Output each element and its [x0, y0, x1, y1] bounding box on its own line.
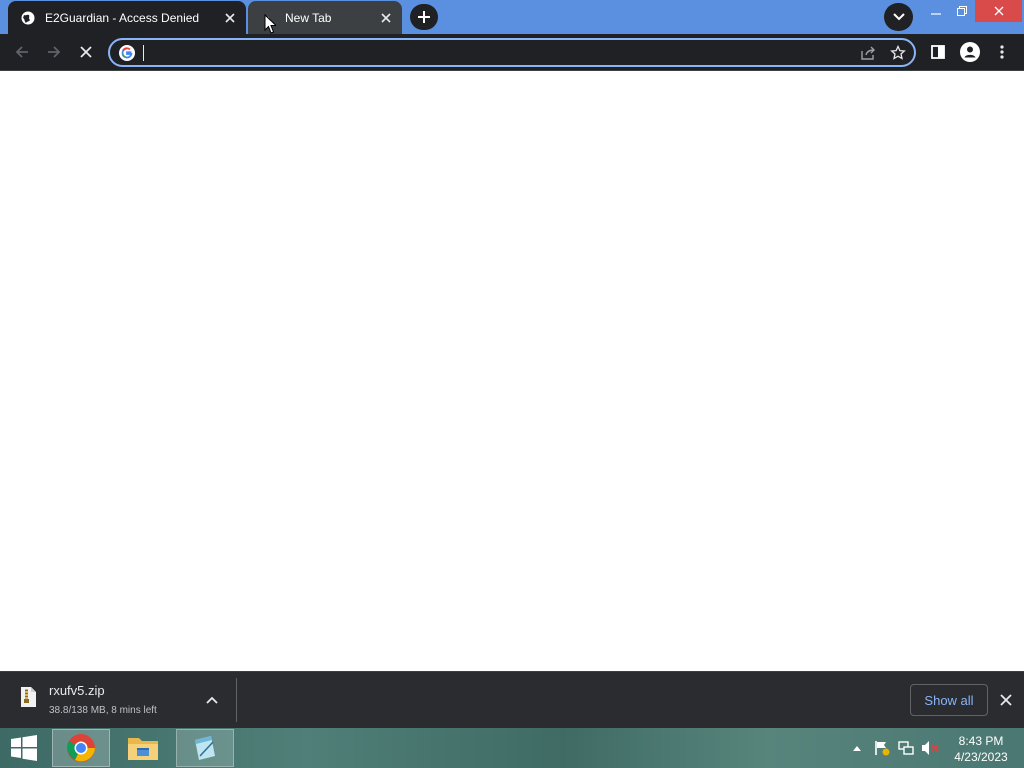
mouse-cursor-icon: [264, 14, 276, 34]
text-caret: [143, 45, 144, 61]
forward-button[interactable]: [40, 38, 68, 66]
tab-e2guardian[interactable]: E2Guardian - Access Denied: [8, 1, 246, 34]
globe-icon: [21, 11, 35, 25]
tray-overflow-icon[interactable]: [848, 739, 866, 757]
address-bar[interactable]: [108, 38, 916, 67]
windows-logo-icon: [11, 735, 37, 761]
close-icon: [80, 46, 92, 58]
minimize-button[interactable]: [922, 0, 950, 22]
arrow-right-icon: [48, 46, 61, 58]
download-bar: rxufv5.zip 38.8/138 MB, 8 mins left Show…: [0, 671, 1024, 728]
taskbar: 8:43 PM 4/23/2023: [0, 728, 1024, 768]
clock-time: 8:43 PM: [958, 734, 1004, 748]
chevron-up-icon[interactable]: [202, 690, 222, 710]
notepad-icon: [195, 736, 215, 760]
minimize-icon: [931, 13, 941, 15]
address-input[interactable]: [140, 43, 820, 63]
back-button[interactable]: [8, 38, 36, 66]
close-window-button[interactable]: [975, 0, 1022, 22]
close-icon: [1000, 694, 1012, 706]
folder-icon: [128, 738, 158, 760]
tab-title: New Tab: [285, 10, 332, 25]
chrome-icon: [67, 734, 95, 762]
show-all-button[interactable]: Show all: [910, 684, 988, 716]
share-icon[interactable]: [858, 43, 878, 63]
tab-close-icon[interactable]: [220, 8, 240, 28]
taskbar-file-explorer[interactable]: [114, 729, 172, 767]
plus-icon: [418, 11, 430, 23]
restore-icon: [957, 6, 967, 16]
download-divider: [236, 678, 237, 722]
taskbar-chrome[interactable]: [52, 729, 110, 767]
tab-close-icon[interactable]: [376, 8, 396, 28]
clock-date: 4/23/2023: [954, 750, 1008, 764]
download-status: 38.8/138 MB, 8 mins left: [49, 705, 157, 716]
restore-button[interactable]: [948, 0, 976, 22]
tab-strip: E2Guardian - Access Denied New Tab: [0, 0, 1024, 34]
taskbar-notepad[interactable]: [176, 729, 234, 767]
menu-button[interactable]: [988, 38, 1016, 66]
tab-title: E2Guardian - Access Denied: [45, 10, 200, 25]
volume-muted-icon[interactable]: [921, 739, 939, 757]
profile-button[interactable]: [956, 38, 984, 66]
tab-search-button[interactable]: [884, 3, 913, 31]
page-content: [0, 71, 1024, 671]
browser-toolbar: [0, 34, 1024, 71]
star-icon[interactable]: [888, 43, 908, 63]
close-icon: [994, 6, 1003, 16]
kebab-menu-icon: [1000, 45, 1004, 59]
new-tab-button[interactable]: [410, 4, 438, 30]
google-icon: [119, 45, 135, 61]
stop-loading-button[interactable]: [72, 38, 100, 66]
network-icon[interactable]: [897, 739, 915, 757]
side-panel-button[interactable]: [924, 38, 952, 66]
download-item[interactable]: rxufv5.zip 38.8/138 MB, 8 mins left: [0, 672, 236, 728]
arrow-left-icon: [15, 46, 28, 58]
close-download-bar-button[interactable]: [995, 689, 1017, 711]
side-panel-icon: [931, 45, 945, 59]
zip-file-icon: [19, 686, 37, 708]
action-center-flag-icon[interactable]: [873, 739, 891, 757]
start-button[interactable]: [0, 729, 48, 767]
chevron-down-icon: [892, 13, 905, 21]
profile-icon: [960, 42, 980, 62]
download-filename: rxufv5.zip: [49, 683, 105, 698]
taskbar-clock[interactable]: 8:43 PM 4/23/2023: [948, 733, 1014, 765]
